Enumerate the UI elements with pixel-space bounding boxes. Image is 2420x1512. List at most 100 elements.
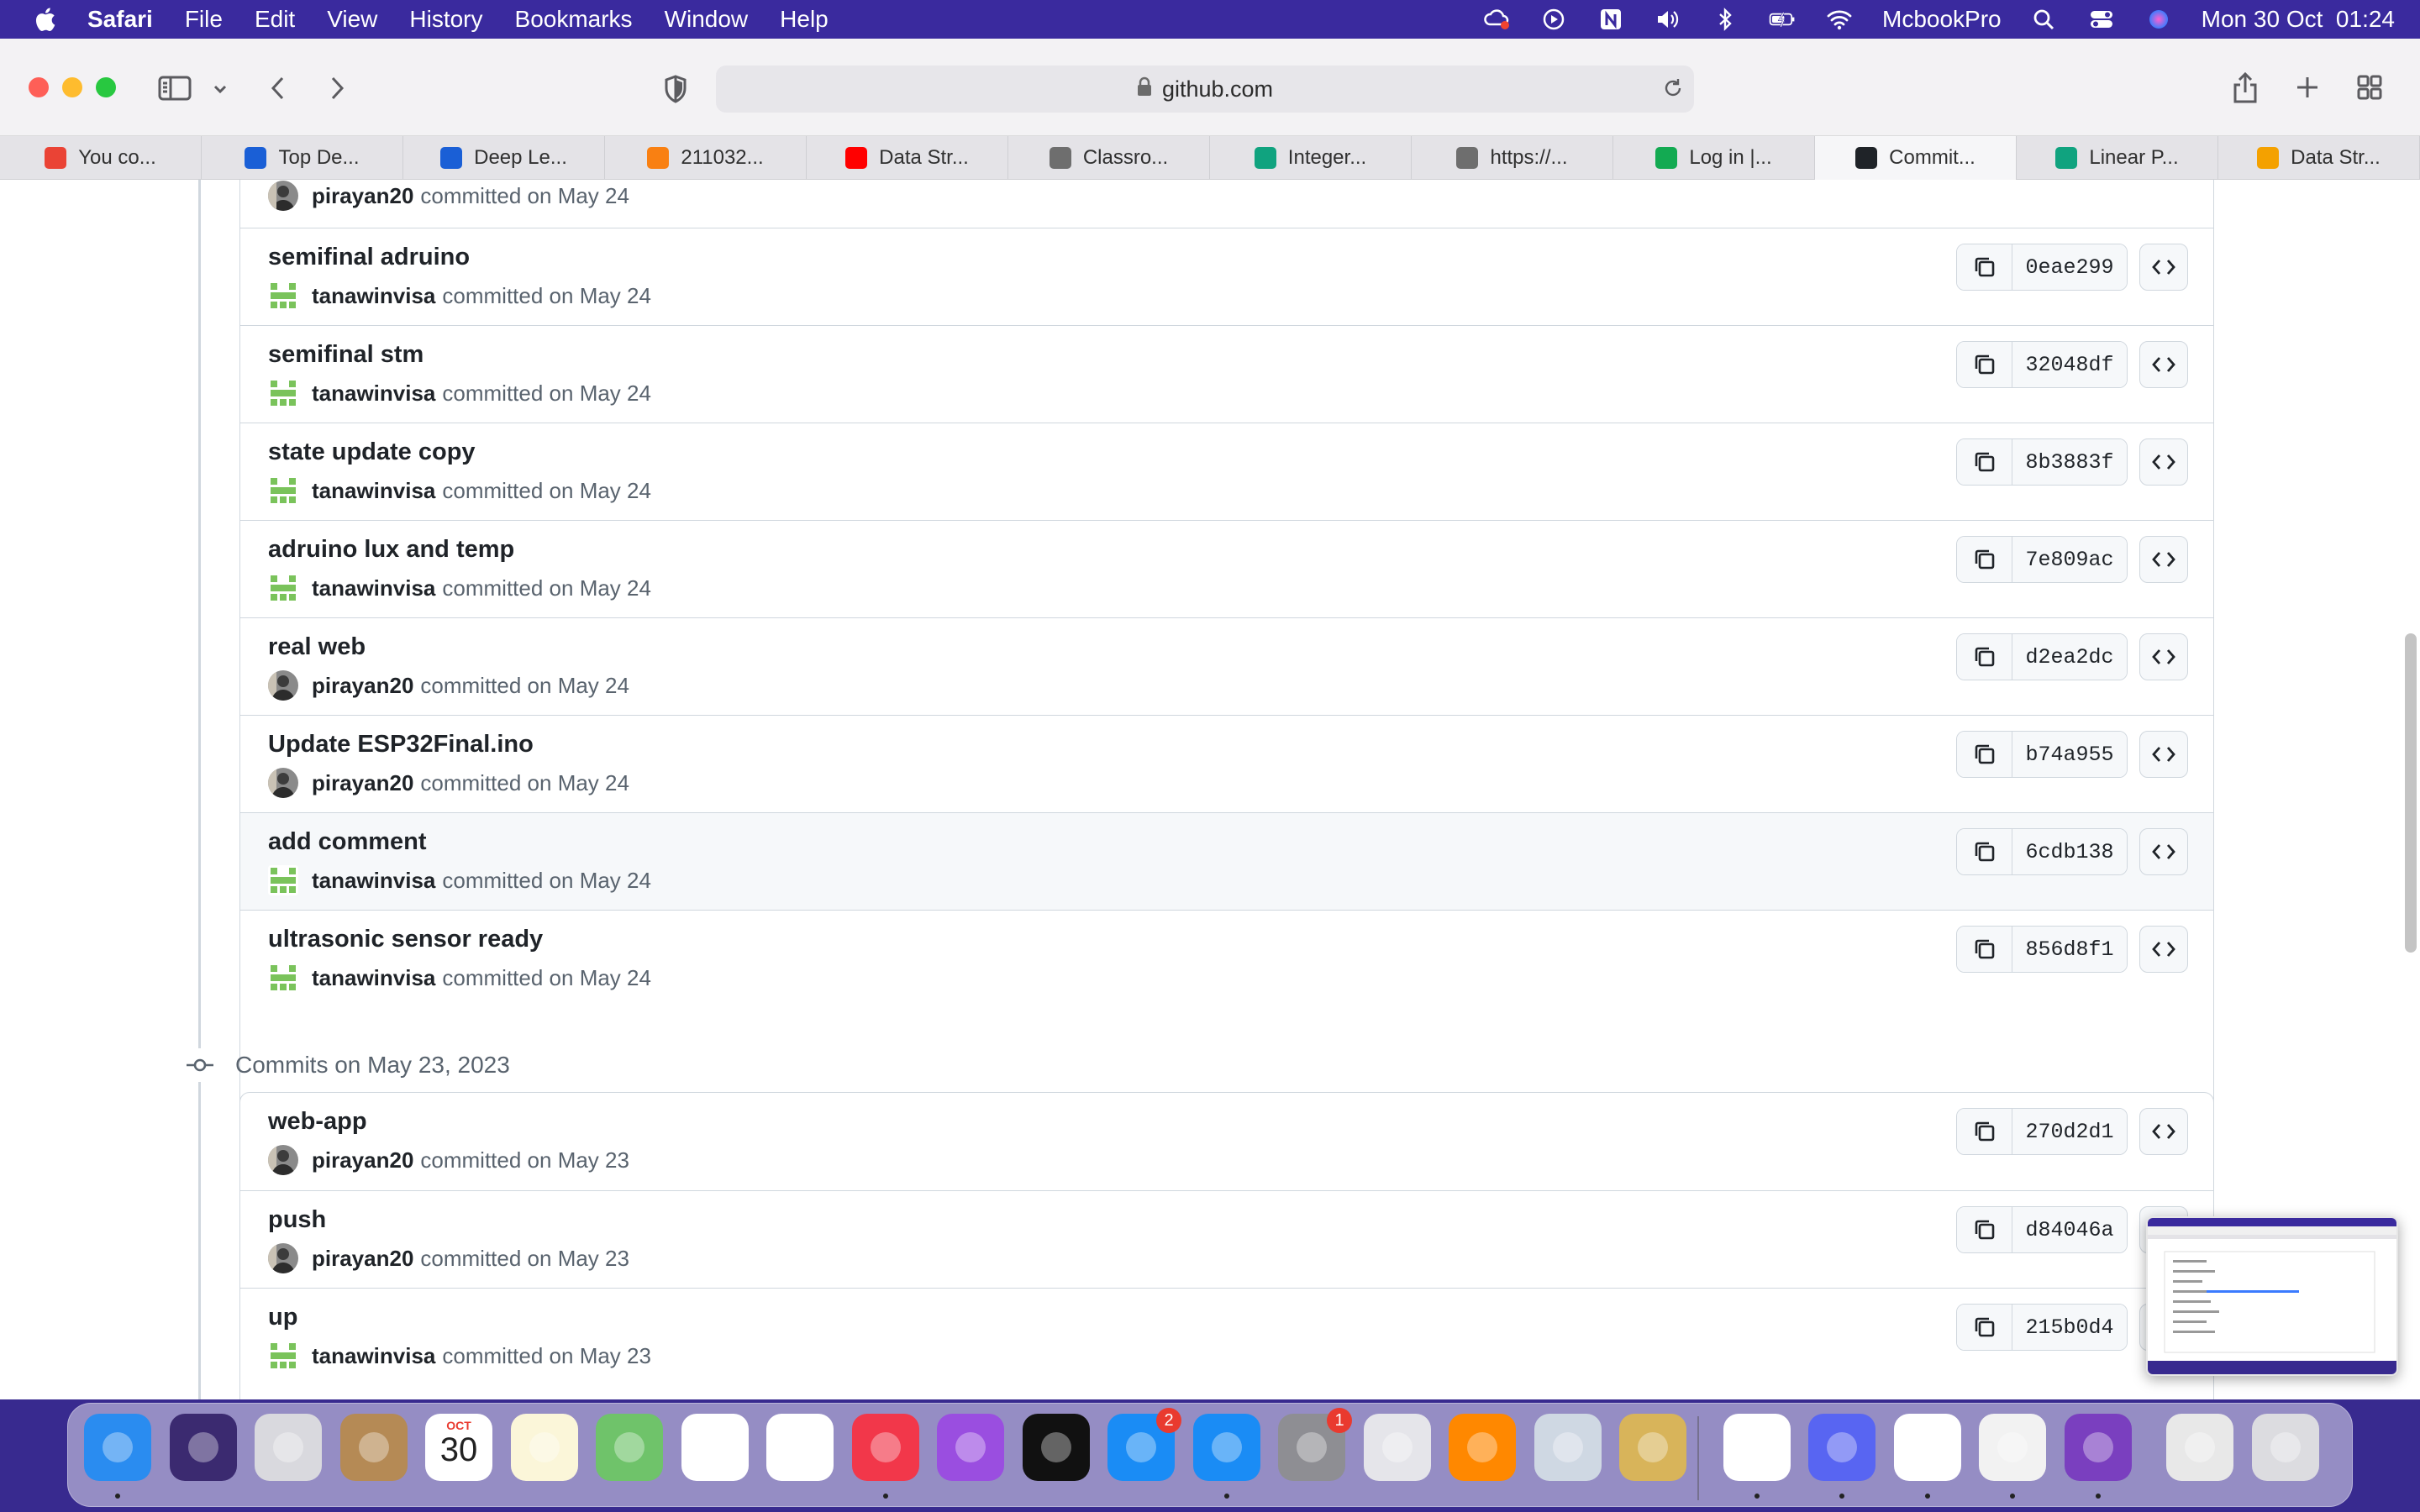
commit-message-link[interactable]: push [268, 1206, 326, 1234]
commit-author[interactable]: tanawinvisa [312, 1343, 435, 1369]
browser-tab[interactable]: https://... [1412, 136, 1613, 180]
page-scrollbar[interactable] [2405, 633, 2417, 953]
keynote-icon[interactable] [766, 1414, 834, 1481]
commit-row[interactable]: web-app pirayan20 committed on May 23 270d2… [240, 1093, 2213, 1190]
bluetooth-icon[interactable] [1711, 7, 1739, 32]
commit-message-link[interactable]: state update copy [268, 438, 476, 466]
privacy-shield-icon[interactable] [659, 72, 692, 106]
control-center-icon[interactable] [2087, 7, 2116, 32]
commit-row[interactable]: push pirayan20 committed on May 23 d84046a [240, 1190, 2213, 1288]
avatar[interactable] [268, 1341, 298, 1371]
commit-row[interactable]: real web pirayan20 committed on May 24 d2ea… [240, 617, 2213, 715]
commit-sha-link[interactable]: 32048df [2012, 342, 2127, 387]
avatar[interactable] [268, 768, 298, 798]
disk-utility-icon[interactable] [1363, 1414, 1431, 1481]
menu-view[interactable]: View [327, 6, 377, 33]
commit-sha-link[interactable]: 856d8f1 [2012, 927, 2127, 972]
browser-tab[interactable]: Data Str... [807, 136, 1008, 180]
battery-icon[interactable] [1768, 7, 1797, 32]
commit-sha-link[interactable]: d84046a [2012, 1207, 2127, 1252]
commit-author[interactable]: pirayan20 [312, 1147, 413, 1173]
apple-tv-icon[interactable] [1022, 1414, 1090, 1481]
safari-icon[interactable] [1192, 1414, 1260, 1481]
commit-row[interactable]: state update copy tanawinvisa committed on… [240, 423, 2213, 520]
address-bar[interactable]: github.com [716, 66, 1694, 113]
chevron-down-icon[interactable] [210, 79, 230, 99]
trash-icon[interactable] [2251, 1414, 2319, 1481]
avatar[interactable] [268, 963, 298, 993]
photos-icon[interactable] [681, 1414, 749, 1481]
commit-author[interactable]: pirayan20 [312, 1246, 413, 1272]
tab-overview-icon[interactable] [2353, 71, 2386, 104]
copy-sha-button[interactable] [1957, 634, 2012, 680]
commit-sha-link[interactable]: 8b3883f [2012, 439, 2127, 485]
calendar-icon[interactable]: OCT 30 [425, 1414, 492, 1481]
copy-sha-button[interactable] [1957, 1207, 2012, 1252]
creative-cloud-icon[interactable] [1482, 7, 1511, 32]
browser-tab[interactable]: Deep Le... [403, 136, 605, 180]
browser-tab[interactable]: 211032... [605, 136, 807, 180]
commit-author[interactable]: tanawinvisa [312, 575, 435, 601]
documents-stack-icon[interactable] [2166, 1414, 2233, 1481]
github-desktop-icon[interactable] [2064, 1414, 2132, 1481]
browse-repository-button[interactable] [2139, 926, 2188, 973]
browser-tab[interactable]: Classro... [1008, 136, 1210, 180]
commit-sha-link[interactable]: 215b0d4 [2012, 1305, 2127, 1350]
commit-row[interactable]: ultrasonic sensor ready tanawinvisa commit… [240, 910, 2213, 1007]
commit-author[interactable]: pirayan20 [312, 673, 413, 699]
copy-sha-button[interactable] [1957, 537, 2012, 582]
browse-repository-button[interactable] [2139, 828, 2188, 875]
menubar-username[interactable]: McbookPro [1882, 6, 2002, 33]
reload-icon[interactable] [1660, 76, 1686, 101]
browser-tab[interactable]: You co... [0, 136, 202, 180]
commit-message-link[interactable]: semifinal stm [268, 341, 424, 369]
commit-author[interactable]: tanawinvisa [312, 868, 435, 894]
forward-button[interactable] [323, 72, 351, 104]
podcasts-icon[interactable] [937, 1414, 1004, 1481]
spotlight-search-icon[interactable] [2030, 7, 2059, 32]
maps-icon[interactable] [596, 1414, 663, 1481]
vlc-icon[interactable] [1449, 1414, 1516, 1481]
commit-row-partial[interactable]: pirayan20 committed on May 24 [240, 180, 2213, 228]
commit-message-link[interactable]: up [268, 1304, 297, 1331]
apple-menu-icon[interactable] [30, 5, 59, 34]
menu-edit[interactable]: Edit [255, 6, 295, 33]
textedit-icon[interactable] [1979, 1414, 2046, 1481]
zoom-window-button[interactable] [96, 77, 116, 97]
browse-repository-button[interactable] [2139, 731, 2188, 778]
notion-n-icon[interactable] [1597, 7, 1625, 32]
browser-tab[interactable]: Linear P... [2017, 136, 2218, 180]
copy-sha-button[interactable] [1957, 244, 2012, 290]
avatar[interactable] [268, 573, 298, 603]
commit-message-link[interactable]: real web [268, 633, 366, 661]
avatar[interactable] [268, 475, 298, 506]
browser-tab[interactable]: Top De... [202, 136, 403, 180]
commit-sha-link[interactable]: 270d2d1 [2012, 1109, 2127, 1154]
minimize-window-button[interactable] [62, 77, 82, 97]
avatar[interactable] [268, 281, 298, 311]
back-button[interactable] [264, 72, 292, 104]
avatar[interactable] [268, 181, 298, 211]
chrome-icon[interactable] [1723, 1414, 1791, 1481]
commit-author[interactable]: pirayan20 [312, 183, 413, 209]
copy-sha-button[interactable] [1957, 1305, 2012, 1350]
avatar[interactable] [268, 670, 298, 701]
finder-icon[interactable] [84, 1414, 151, 1481]
music-icon[interactable] [851, 1414, 919, 1481]
commit-author[interactable]: tanawinvisa [312, 965, 435, 991]
browse-repository-button[interactable] [2139, 438, 2188, 486]
browser-tab[interactable]: Integer... [1210, 136, 1412, 180]
siri-icon[interactable] [169, 1414, 237, 1481]
commit-sha-link[interactable]: d2ea2dc [2012, 634, 2127, 680]
commit-author[interactable]: tanawinvisa [312, 381, 435, 407]
screenshot-thumbnail[interactable] [2146, 1216, 2398, 1376]
commit-row[interactable]: add comment tanawinvisa committed on May 2… [240, 812, 2213, 910]
commit-sha-link[interactable]: 7e809ac [2012, 537, 2127, 582]
commit-message-link[interactable]: ultrasonic sensor ready [268, 926, 543, 953]
copy-sha-button[interactable] [1957, 1109, 2012, 1154]
menu-file[interactable]: File [185, 6, 223, 33]
browse-repository-button[interactable] [2139, 341, 2188, 388]
copy-sha-button[interactable] [1957, 342, 2012, 387]
menu-history[interactable]: History [409, 6, 482, 33]
contacts-icon[interactable] [339, 1414, 408, 1481]
